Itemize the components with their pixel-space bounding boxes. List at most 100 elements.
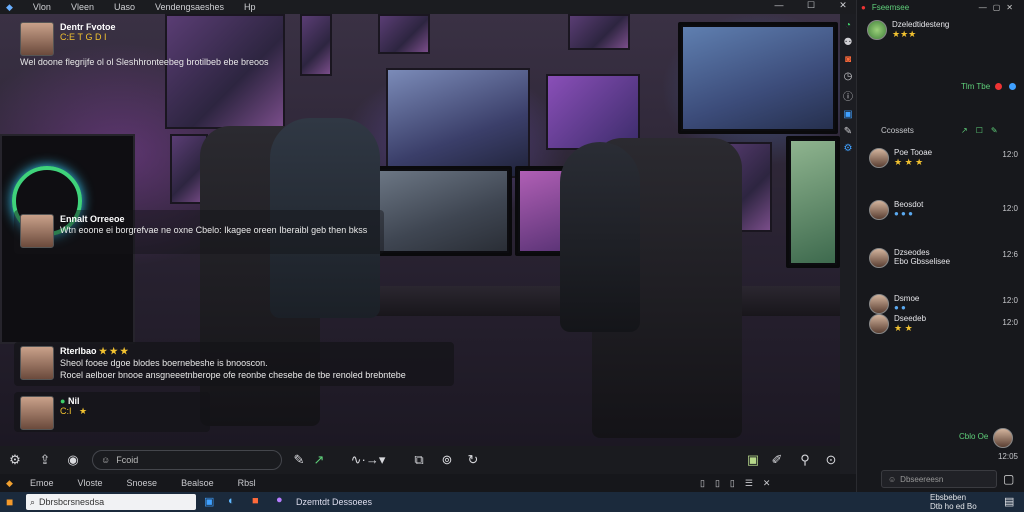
record-icon[interactable]: ⊚ [436,449,458,471]
bottom-menubar: ◆ Emoe Vloste Snoese Bealsoe Rbsl ▯▯▯☰✕ [0,474,856,492]
avatar [869,200,889,220]
bottom-menu-item[interactable]: Rbsl [238,478,256,488]
wall-monitor [678,22,838,134]
status-dot-icon [1009,83,1017,90]
participant-row[interactable]: Dseedeb ★ ★ [869,314,926,334]
waveform-icon[interactable]: ∿·→▾ [340,449,396,471]
chat-input[interactable]: ☺ Fcoid [92,450,282,470]
taskbar-search[interactable]: ⌕ Dbrsbcrsnesdsa [26,494,196,510]
live-dot-icon [995,83,1003,90]
streamer-person [560,142,640,332]
pen-icon[interactable]: ✎ [288,449,310,471]
taskbar-app-icon[interactable]: ◐ [228,495,235,507]
channel-name: Dzeledtidesteng [892,20,950,29]
menu-item-4[interactable]: Vendengsaeshes [155,2,224,12]
participant-row[interactable]: Beosdot ● ● ● [869,200,923,220]
emoji-icon[interactable]: ☺ [888,475,896,484]
alert-icon[interactable]: ◙ [845,54,851,65]
side-toolstrip: ◔ ⚉ ◙ ◷ ⓘ ▣ ✎ ⚙ [840,14,856,474]
avatar [20,22,54,56]
section-label: Ccossets [881,126,914,135]
avatar [869,294,889,314]
row-time: 12:05 [997,452,1018,461]
bottom-menu-item[interactable]: Emoe [30,478,54,488]
taskbar-app-icon[interactable]: ■ [252,495,259,507]
bottom-menu-item[interactable]: Vloste [78,478,103,488]
row-time: 12:0 [1002,318,1018,327]
edit-icon[interactable]: ✎ [844,126,852,137]
minimize-icon[interactable]: — [770,0,788,11]
menu-item-5[interactable]: Hp [244,2,256,12]
bottom-menu-item[interactable]: Snoese [127,478,158,488]
start-icon[interactable]: ■ [6,495,13,509]
stream-controls: ⚙ ⇪ ◉ ☺ Fcoid ✎ ↗ ∿·→▾ ⧉ ⊚ ↻ ▣ ✐ ⚲ ⊙ [0,446,840,474]
panel-input[interactable]: ☺ Dbseereesn [881,470,997,488]
live-label: Tlm Tbe [961,82,991,91]
refresh-icon[interactable]: ↻ [462,449,484,471]
clock-icon[interactable]: ◷ [844,71,853,82]
participant-row[interactable]: Poe Tooae ★ ★ ★ [869,148,932,168]
tray-clock: Ebsbeben Dtb ho ed Bo [930,493,977,511]
bookmark-icon[interactable]: ▣ [843,109,852,120]
chat-icon[interactable]: ◔ [845,20,851,31]
brush-icon[interactable]: ✐ [766,449,788,471]
guest-overlay: Rterlbao ★ ★ ★ Sheol fooee dgoe blodes b… [14,342,454,386]
guest-overlay: ● Nil C:I ★ [14,392,210,432]
live-row: Tlm Tbe [961,82,1018,91]
avatar [869,314,889,334]
wall-monitor [786,136,840,268]
channel-stars: ★★★ [892,29,917,39]
more-icon[interactable]: ⊙ [820,449,842,471]
link-icon[interactable]: ⚲ [794,449,816,471]
channel-header[interactable]: Dzeledtidesteng ★★★ [867,20,949,40]
close-icon[interactable]: ✕ [834,0,852,11]
participant-row[interactable]: Dsmoe ● ● [869,294,919,314]
taskbar-app-icon[interactable]: ● [276,494,283,506]
screenshot-icon[interactable]: ⧉ [408,449,430,471]
taskbar-app-label[interactable]: Dzemtdt Dessoees [296,497,372,507]
row-time: 12:6 [1002,250,1018,259]
taskbar-app-icon[interactable]: ▣ [204,495,214,508]
camera-icon[interactable]: ◉ [62,449,84,471]
send-icon[interactable]: ▢ [1003,472,1014,486]
menu-item-3[interactable]: Uaso [114,2,135,12]
users-icon[interactable]: ⚉ [844,37,853,48]
image-icon[interactable]: ▣ [742,449,764,471]
logo-icon: ● [861,2,866,12]
guest-text: Rocel aelboer bnooe ansgneeetnberope ofe… [60,370,406,380]
section-tools[interactable]: ↗☐✎ [961,126,1006,135]
notification-icon[interactable]: ▤ [1004,495,1014,508]
host-sub: C:E T G D I [60,32,107,42]
avatar [869,148,889,168]
panel-title: Fseemsee [871,2,910,12]
guest-name: Ennalt Orreeoe [60,214,125,224]
avatar [20,214,54,248]
row-time: 12:0 [1002,296,1018,305]
tray-icons[interactable]: ▯▯▯☰✕ [700,478,780,489]
menu-item-1[interactable]: Vlon [33,2,51,12]
maximize-icon[interactable]: ☐ [802,0,820,11]
wall-poster [386,68,530,178]
bottom-menu-item[interactable]: Bealsoe [181,478,214,488]
avatar [867,20,887,40]
menu-item-2[interactable]: Vleen [71,2,94,12]
os-taskbar: ■ ⌕ Dbrsbcrsnesdsa ▣ ◐ ■ ● Dzemtdt Desso… [0,492,1024,512]
chat-panel: ● Fseemsee —▢✕ Dzeledtidesteng ★★★ Tlm T… [856,0,1024,492]
guest-name: Rterlbao ★ ★ ★ [60,346,129,356]
arrow-icon[interactable]: ↗ [308,449,330,471]
participant-row[interactable]: Dzseodes Ebo Gbsselisee [869,248,950,268]
info-icon[interactable]: ⓘ [843,88,853,103]
guest-overlay: Ennalt Orreeoe Wtn eoone ei borgrefvae n… [14,210,384,254]
share-icon[interactable]: ⇪ [34,449,56,471]
host-text: Wel doone flegrijfe ol ol Sleshhronteebe… [20,57,269,67]
bottom-logo-icon: ◆ [6,477,13,488]
avatar [20,396,54,430]
video-stage[interactable]: Dentr Fvotoe C:E T G D I Wel doone flegr… [0,14,840,446]
settings-icon[interactable]: ⚙ [4,449,26,471]
avatar [993,428,1013,448]
gear-icon[interactable]: ⚙ [844,143,853,154]
window-controls[interactable]: —▢✕ [979,3,1019,12]
app-logo-icon: ◆ [6,1,13,12]
app-menubar: ◆ Vlon Vleen Uaso Vendengsaeshes Hp — ☐ … [0,0,856,14]
emoji-icon[interactable]: ☺ [101,455,110,465]
